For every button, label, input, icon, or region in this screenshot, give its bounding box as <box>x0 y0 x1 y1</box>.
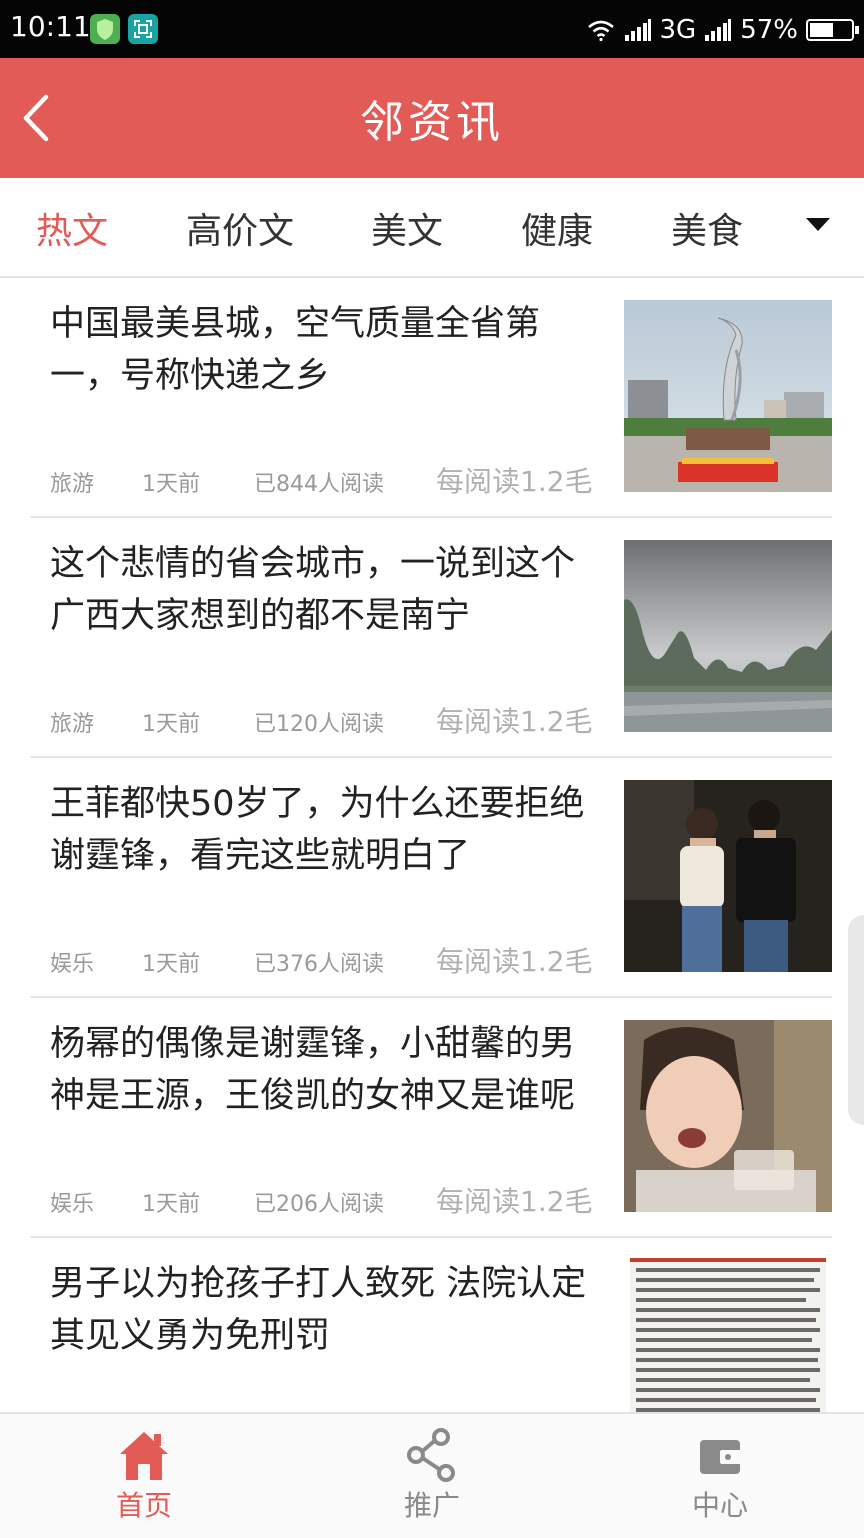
article-meta: 娱乐 1天前 已376人阅读 每阅读1.2毛 <box>50 940 610 978</box>
caret-down-icon[interactable] <box>806 218 830 231</box>
battery-icon <box>806 19 859 41</box>
article-reward: 每阅读1.2毛 <box>436 705 593 738</box>
article-reward: 每阅读1.2毛 <box>436 945 593 978</box>
article-title: 男子以为抢孩子打人致死 法院认定其见义勇为免刑罚 <box>50 1264 587 1356</box>
nav-center-label: 中心 <box>691 1489 748 1522</box>
article-time: 1天前 <box>142 472 200 497</box>
article-read-count: 已120人阅读 <box>254 712 384 737</box>
wifi-icon <box>587 20 614 42</box>
article-meta: 旅游 1天前 已120人阅读 每阅读1.2毛 <box>50 700 610 738</box>
share-icon <box>407 1428 455 1482</box>
tab-high-price[interactable]: 高价文 <box>186 202 294 254</box>
article-category: 旅游 <box>50 472 95 497</box>
status-bar: 10:11 3G 57% <box>0 0 864 58</box>
article-meta: 旅游 1天前 已844人阅读 每阅读1.2毛 <box>50 460 610 498</box>
wallet-icon <box>700 1440 742 1474</box>
nav-home-label: 首页 <box>115 1489 172 1522</box>
nav-center[interactable]: 中心 <box>576 1414 864 1538</box>
tab-hot[interactable]: 热文 <box>36 202 108 254</box>
app-header: 邻资讯 <box>0 58 864 178</box>
scan-icon <box>128 14 158 44</box>
bottom-navigation: 首页 推广 中心 <box>0 1412 864 1538</box>
status-time: 10:11 <box>10 10 91 43</box>
article-read-count: 已376人阅读 <box>254 952 384 977</box>
page-title: 邻资讯 <box>360 97 504 148</box>
article-item[interactable]: 杨幂的偶像是谢霆锋，小甜馨的男神是王源，王俊凯的女神又是谁呢 娱乐 1天前 已2… <box>30 998 832 1238</box>
article-title: 杨幂的偶像是谢霆锋，小甜馨的男神是王源，王俊凯的女神又是谁呢 <box>50 1024 576 1116</box>
article-read-count: 已844人阅读 <box>254 472 384 497</box>
nav-promote-label: 推广 <box>403 1489 460 1522</box>
article-thumbnail <box>630 1258 826 1418</box>
article-reward: 每阅读1.2毛 <box>436 465 593 498</box>
tab-food[interactable]: 美食 <box>671 202 743 254</box>
article-meta: 娱乐 1天前 已206人阅读 每阅读1.2毛 <box>50 1180 610 1218</box>
article-category: 旅游 <box>50 712 95 737</box>
article-thumbnail <box>624 540 832 732</box>
article-title: 中国最美县城，空气质量全省第一，号称快递之乡 <box>50 304 541 396</box>
article-item[interactable]: 王菲都快50岁了，为什么还要拒绝谢霆锋，看完这些就明白了 娱乐 1天前 已376… <box>30 758 832 998</box>
article-thumbnail <box>624 780 832 972</box>
nav-promote[interactable]: 推广 <box>288 1414 576 1538</box>
article-thumbnail <box>624 300 832 492</box>
tab-prose[interactable]: 美文 <box>371 202 443 254</box>
nav-home[interactable]: 首页 <box>0 1414 288 1538</box>
article-category: 娱乐 <box>50 1192 95 1217</box>
security-shield-icon <box>90 14 120 44</box>
signal-icon-2 <box>705 19 732 41</box>
article-reward: 每阅读1.2毛 <box>436 1185 593 1218</box>
article-item[interactable]: 这个悲情的省会城市，一说到这个广西大家想到的都不是南宁 旅游 1天前 已120人… <box>30 518 832 758</box>
article-category: 娱乐 <box>50 952 95 977</box>
network-type: 3G <box>659 15 697 45</box>
status-indicators: 3G 57% <box>586 10 859 50</box>
signal-icon <box>624 19 651 41</box>
article-time: 1天前 <box>142 712 200 737</box>
home-icon <box>120 1432 168 1480</box>
article-item[interactable]: 中国最美县城，空气质量全省第一，号称快递之乡 旅游 1天前 已844人阅读 每阅… <box>30 278 832 518</box>
side-drawer-handle[interactable] <box>848 915 864 1125</box>
article-read-count: 已206人阅读 <box>254 1192 384 1217</box>
article-title: 这个悲情的省会城市，一说到这个广西大家想到的都不是南宁 <box>50 544 576 636</box>
tab-health[interactable]: 健康 <box>521 202 593 254</box>
article-thumbnail <box>624 1020 832 1212</box>
article-time: 1天前 <box>142 1192 200 1217</box>
category-tabs: 热文 高价文 美文 健康 美食 <box>0 178 864 278</box>
battery-percent: 57% <box>740 15 798 45</box>
article-title: 王菲都快50岁了，为什么还要拒绝谢霆锋，看完这些就明白了 <box>50 784 585 876</box>
article-time: 1天前 <box>142 952 200 977</box>
